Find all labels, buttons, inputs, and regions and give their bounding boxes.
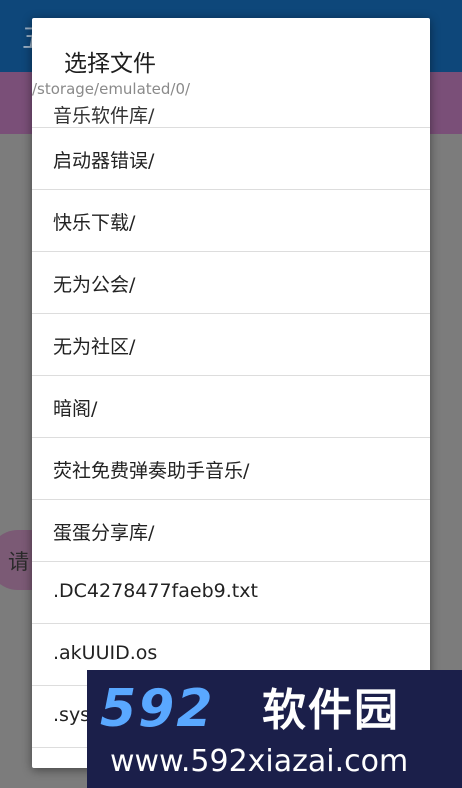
file-chooser-dialog: 音乐软件库/ 启动器错误/ 快乐下载/ 无为公会/ 无为社区/ 暗阁/ 荧社免费… <box>32 18 430 768</box>
file-item-4[interactable]: 无为社区/ <box>32 314 430 376</box>
file-item-2[interactable]: 快乐下载/ <box>32 190 430 252</box>
background-button-label: 请 <box>8 550 29 574</box>
file-item-6[interactable]: 荧社免费弹奏助手音乐/ <box>32 438 430 500</box>
watermark-logo-number: 592 <box>100 679 215 739</box>
current-path: /storage/emulated/0/ <box>32 80 195 98</box>
file-item-name: .akUUID.os <box>53 642 158 664</box>
dialog-title: 选择文件 <box>64 51 156 77</box>
file-item-5[interactable]: 暗阁/ <box>32 376 430 438</box>
file-item-1[interactable]: 启动器错误/ <box>32 128 430 190</box>
file-item-name: .DC4278477faeb9.txt <box>53 580 258 602</box>
screen: 五 请 音乐软件库/ 启动器错误/ 快乐下载/ 无为公会/ 无为社区/ 暗阁/ <box>0 0 462 788</box>
file-item-name: 无为公会/ <box>53 274 136 296</box>
file-item-name: 音乐软件库/ <box>53 105 155 127</box>
file-item-name: 蛋蛋分享库/ <box>53 522 155 544</box>
file-item-name: 暗阁/ <box>53 398 98 420</box>
file-item-name: 快乐下载/ <box>53 212 136 234</box>
file-item-name: 启动器错误/ <box>53 150 155 172</box>
file-list[interactable]: 音乐软件库/ 启动器错误/ 快乐下载/ 无为公会/ 无为社区/ 暗阁/ 荧社免费… <box>32 65 430 748</box>
file-item-3[interactable]: 无为公会/ <box>32 252 430 314</box>
file-item-name: 无为社区/ <box>53 336 136 358</box>
file-item-name: .sys <box>53 704 91 726</box>
file-item-7[interactable]: 蛋蛋分享库/ <box>32 500 430 562</box>
file-item-8[interactable]: .DC4278477faeb9.txt <box>32 562 430 624</box>
watermark-url: www.592xiazai.com <box>110 744 409 779</box>
watermark-logo-text: 软件园 <box>262 685 400 736</box>
file-item-name: 荧社免费弹奏助手音乐/ <box>53 460 250 482</box>
